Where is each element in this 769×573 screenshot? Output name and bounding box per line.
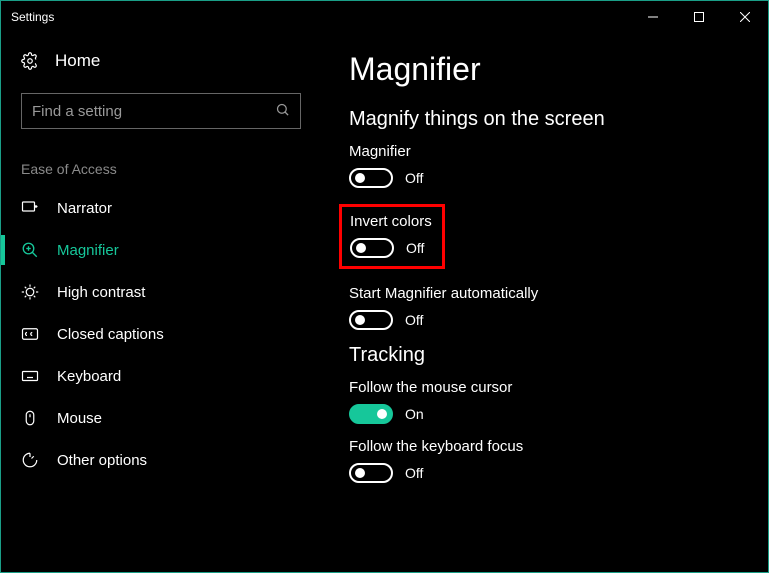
setting-follow-keyboard: Follow the keyboard focus Off [349, 438, 748, 483]
section-heading-magnify: Magnify things on the screen [349, 108, 748, 131]
toggle-magnifier[interactable] [349, 168, 393, 188]
sidebar-item-mouse[interactable]: Mouse [1, 397, 321, 439]
highlight-invert-colors: Invert colors Off [339, 204, 445, 269]
sidebar-item-label: Closed captions [57, 326, 164, 343]
sidebar-item-narrator[interactable]: Narrator [1, 187, 321, 229]
sidebar-item-other-options[interactable]: Other options [1, 439, 321, 481]
window-title: Settings [11, 10, 630, 24]
toggle-state: Off [405, 312, 423, 328]
search-box[interactable] [21, 93, 301, 129]
sidebar-item-label: Keyboard [57, 368, 121, 385]
sidebar-item-label: Other options [57, 452, 147, 469]
sidebar-item-magnifier[interactable]: Magnifier [1, 229, 321, 271]
toggle-state: On [405, 406, 424, 422]
setting-autostart: Start Magnifier automatically Off [349, 285, 748, 330]
setting-magnifier: Magnifier Off [349, 143, 748, 188]
sidebar-item-label: Narrator [57, 200, 112, 217]
sidebar-item-closed-captions[interactable]: Closed captions [1, 313, 321, 355]
search-icon [275, 102, 290, 120]
close-button[interactable] [722, 1, 768, 33]
setting-label: Invert colors [350, 213, 432, 230]
maximize-button[interactable] [676, 1, 722, 33]
titlebar: Settings [1, 1, 768, 33]
settings-page: Magnifier Magnify things on the screen M… [321, 33, 768, 572]
window-controls [630, 1, 768, 33]
minimize-button[interactable] [630, 1, 676, 33]
sidebar-item-keyboard[interactable]: Keyboard [1, 355, 321, 397]
home-label: Home [55, 51, 100, 71]
captions-icon [21, 325, 39, 343]
toggle-follow-mouse[interactable] [349, 404, 393, 424]
setting-follow-mouse: Follow the mouse cursor On [349, 379, 748, 424]
toggle-follow-keyboard[interactable] [349, 463, 393, 483]
toggle-autostart[interactable] [349, 310, 393, 330]
sidebar-item-label: Mouse [57, 410, 102, 427]
setting-label: Start Magnifier automatically [349, 285, 748, 302]
keyboard-icon [21, 367, 39, 385]
home-link[interactable]: Home [1, 45, 321, 85]
toggle-state: Off [405, 465, 423, 481]
section-heading-tracking: Tracking [349, 344, 748, 367]
sidebar-section-label: Ease of Access [1, 149, 321, 187]
toggle-state: Off [406, 240, 424, 256]
narrator-icon [21, 199, 39, 217]
sidebar-item-label: High contrast [57, 284, 145, 301]
toggle-state: Off [405, 170, 423, 186]
setting-invert-colors: Invert colors Off [350, 213, 432, 258]
mouse-icon [21, 409, 39, 427]
magnifier-icon [21, 241, 39, 259]
sidebar: Home Ease of Access Narrator Magnifier [1, 33, 321, 572]
contrast-icon [21, 283, 39, 301]
sidebar-item-label: Magnifier [57, 242, 119, 259]
page-title: Magnifier [349, 51, 748, 88]
options-icon [21, 451, 39, 469]
setting-label: Magnifier [349, 143, 748, 160]
setting-label: Follow the mouse cursor [349, 379, 748, 396]
search-input[interactable] [32, 103, 275, 120]
sidebar-item-high-contrast[interactable]: High contrast [1, 271, 321, 313]
setting-label: Follow the keyboard focus [349, 438, 748, 455]
gear-icon [21, 52, 39, 70]
content: Home Ease of Access Narrator Magnifier [1, 33, 768, 572]
toggle-invert-colors[interactable] [350, 238, 394, 258]
